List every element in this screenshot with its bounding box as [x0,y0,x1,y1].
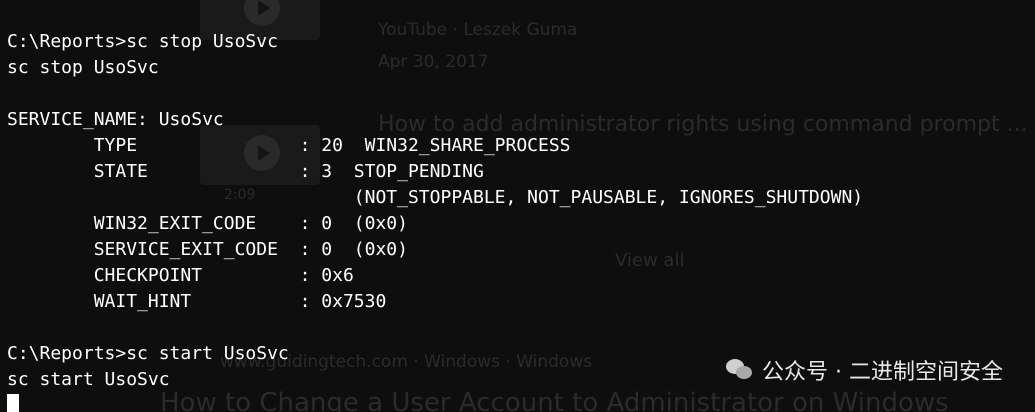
terminal-line: STATE : 3 STOP_PENDING [7,161,484,182]
watermark: 公众号 · 二进制空间安全 [726,354,1003,386]
cursor [7,394,19,412]
terminal-line: CHECKPOINT : 0x6 [7,265,354,286]
terminal-line: (NOT_STOPPABLE, NOT_PAUSABLE, IGNORES_SH… [7,187,864,208]
terminal-line: sc stop UsoSvc [7,57,159,78]
watermark-text: 公众号 · 二进制空间安全 [762,360,1003,385]
terminal-line: SERVICE_NAME: UsoSvc [7,109,224,130]
terminal-output: C:\Reports>sc stop UsoSvc sc stop UsoSvc S… [7,29,1035,393]
terminal-line: SERVICE_EXIT_CODE : 0 (0x0) [7,239,408,260]
terminal-line: WAIT_HINT : 0x7530 [7,291,387,312]
terminal-line: C:\Reports>sc stop UsoSvc [7,31,278,52]
terminal-window[interactable]: C:\Reports>sc stop UsoSvc sc stop UsoSvc S… [0,0,1035,412]
terminal-line: WIN32_EXIT_CODE : 0 (0x0) [7,213,408,234]
wechat-icon [726,359,754,381]
terminal-line: TYPE : 20 WIN32_SHARE_PROCESS [7,135,571,156]
prompt-line[interactable] [7,393,1035,412]
